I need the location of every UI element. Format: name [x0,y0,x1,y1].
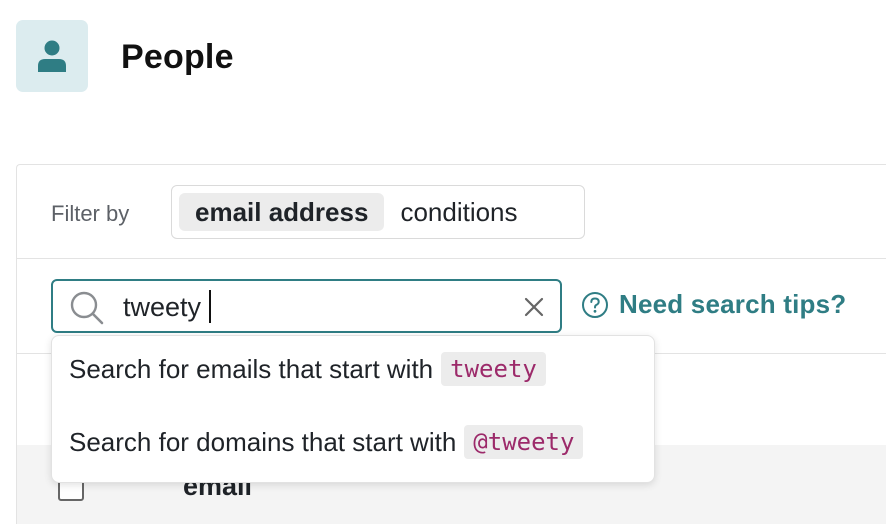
suggestion-code: @tweety [464,425,584,459]
suggestion-text: Search for emails that start with [69,353,434,384]
search-icon [70,291,104,325]
search-suggestions-dropdown: Search for emails that start with tweety… [51,335,655,483]
search-tips-link[interactable]: Need search tips? [581,289,846,320]
suggestion-text: Search for domains that start with [69,426,457,457]
filter-option-conditions[interactable]: conditions [384,193,533,231]
clear-icon[interactable] [521,294,547,320]
people-page: People Filter by email address condition… [0,0,886,524]
help-circle-icon [582,291,608,318]
people-avatar-tile [16,20,88,92]
page-title: People [121,38,234,76]
suggestion-domains-start-with[interactable]: Search for domains that start with @twee… [69,425,584,459]
filter-by-label: Filter by [51,201,130,226]
person-icon [38,40,66,72]
filter-mode-toggle: email address conditions [171,185,585,239]
suggestion-code: tweety [441,352,546,386]
search-tips-label: Need search tips? [619,289,847,319]
text-caret [209,290,211,323]
filter-option-email-address[interactable]: email address [179,193,385,231]
search-box[interactable] [51,279,562,333]
suggestion-emails-start-with[interactable]: Search for emails that start with tweety [69,352,546,386]
panel-divider [17,258,886,259]
search-input[interactable] [123,291,503,323]
